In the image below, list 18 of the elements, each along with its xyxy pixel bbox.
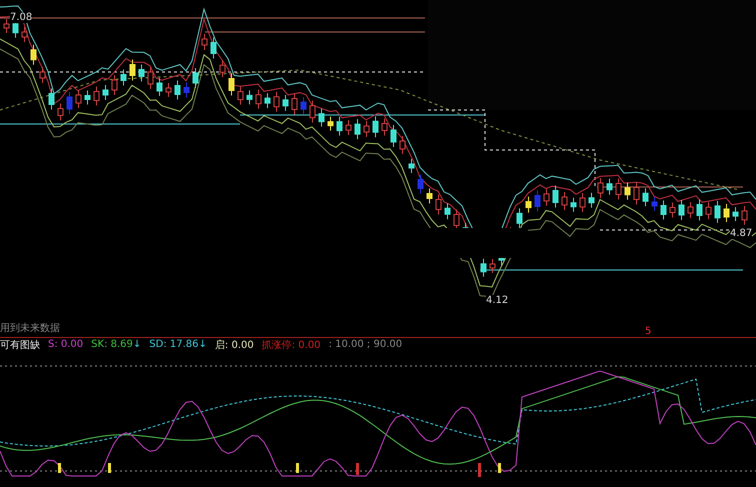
- indicator-value: 抓涨停: 0.00: [262, 338, 321, 352]
- signal-bar: [108, 463, 111, 473]
- price-label: 4.12: [486, 295, 508, 306]
- signal-bar: [356, 463, 359, 475]
- indicator-value: 启: 0.00: [214, 338, 254, 352]
- signal-bar: [478, 463, 481, 477]
- indicator-value: S: 0.00: [48, 339, 84, 350]
- indicator-title: 可有图缺: [0, 338, 40, 352]
- price-label: 7.08: [10, 12, 32, 23]
- indicator-value: SK: 8.69↓: [91, 339, 142, 350]
- signal-bar: [296, 463, 299, 473]
- signal-bar: [498, 463, 501, 473]
- signal-mark: 5: [645, 326, 652, 337]
- price-label: 4.87: [730, 228, 752, 239]
- signal-bar: [58, 463, 61, 473]
- indicator-value: SD: 17.86↓: [149, 339, 207, 350]
- indicator-levels: : 10.00 ; 90.00: [328, 339, 402, 350]
- future-data-note: 用到未来数据: [0, 322, 60, 335]
